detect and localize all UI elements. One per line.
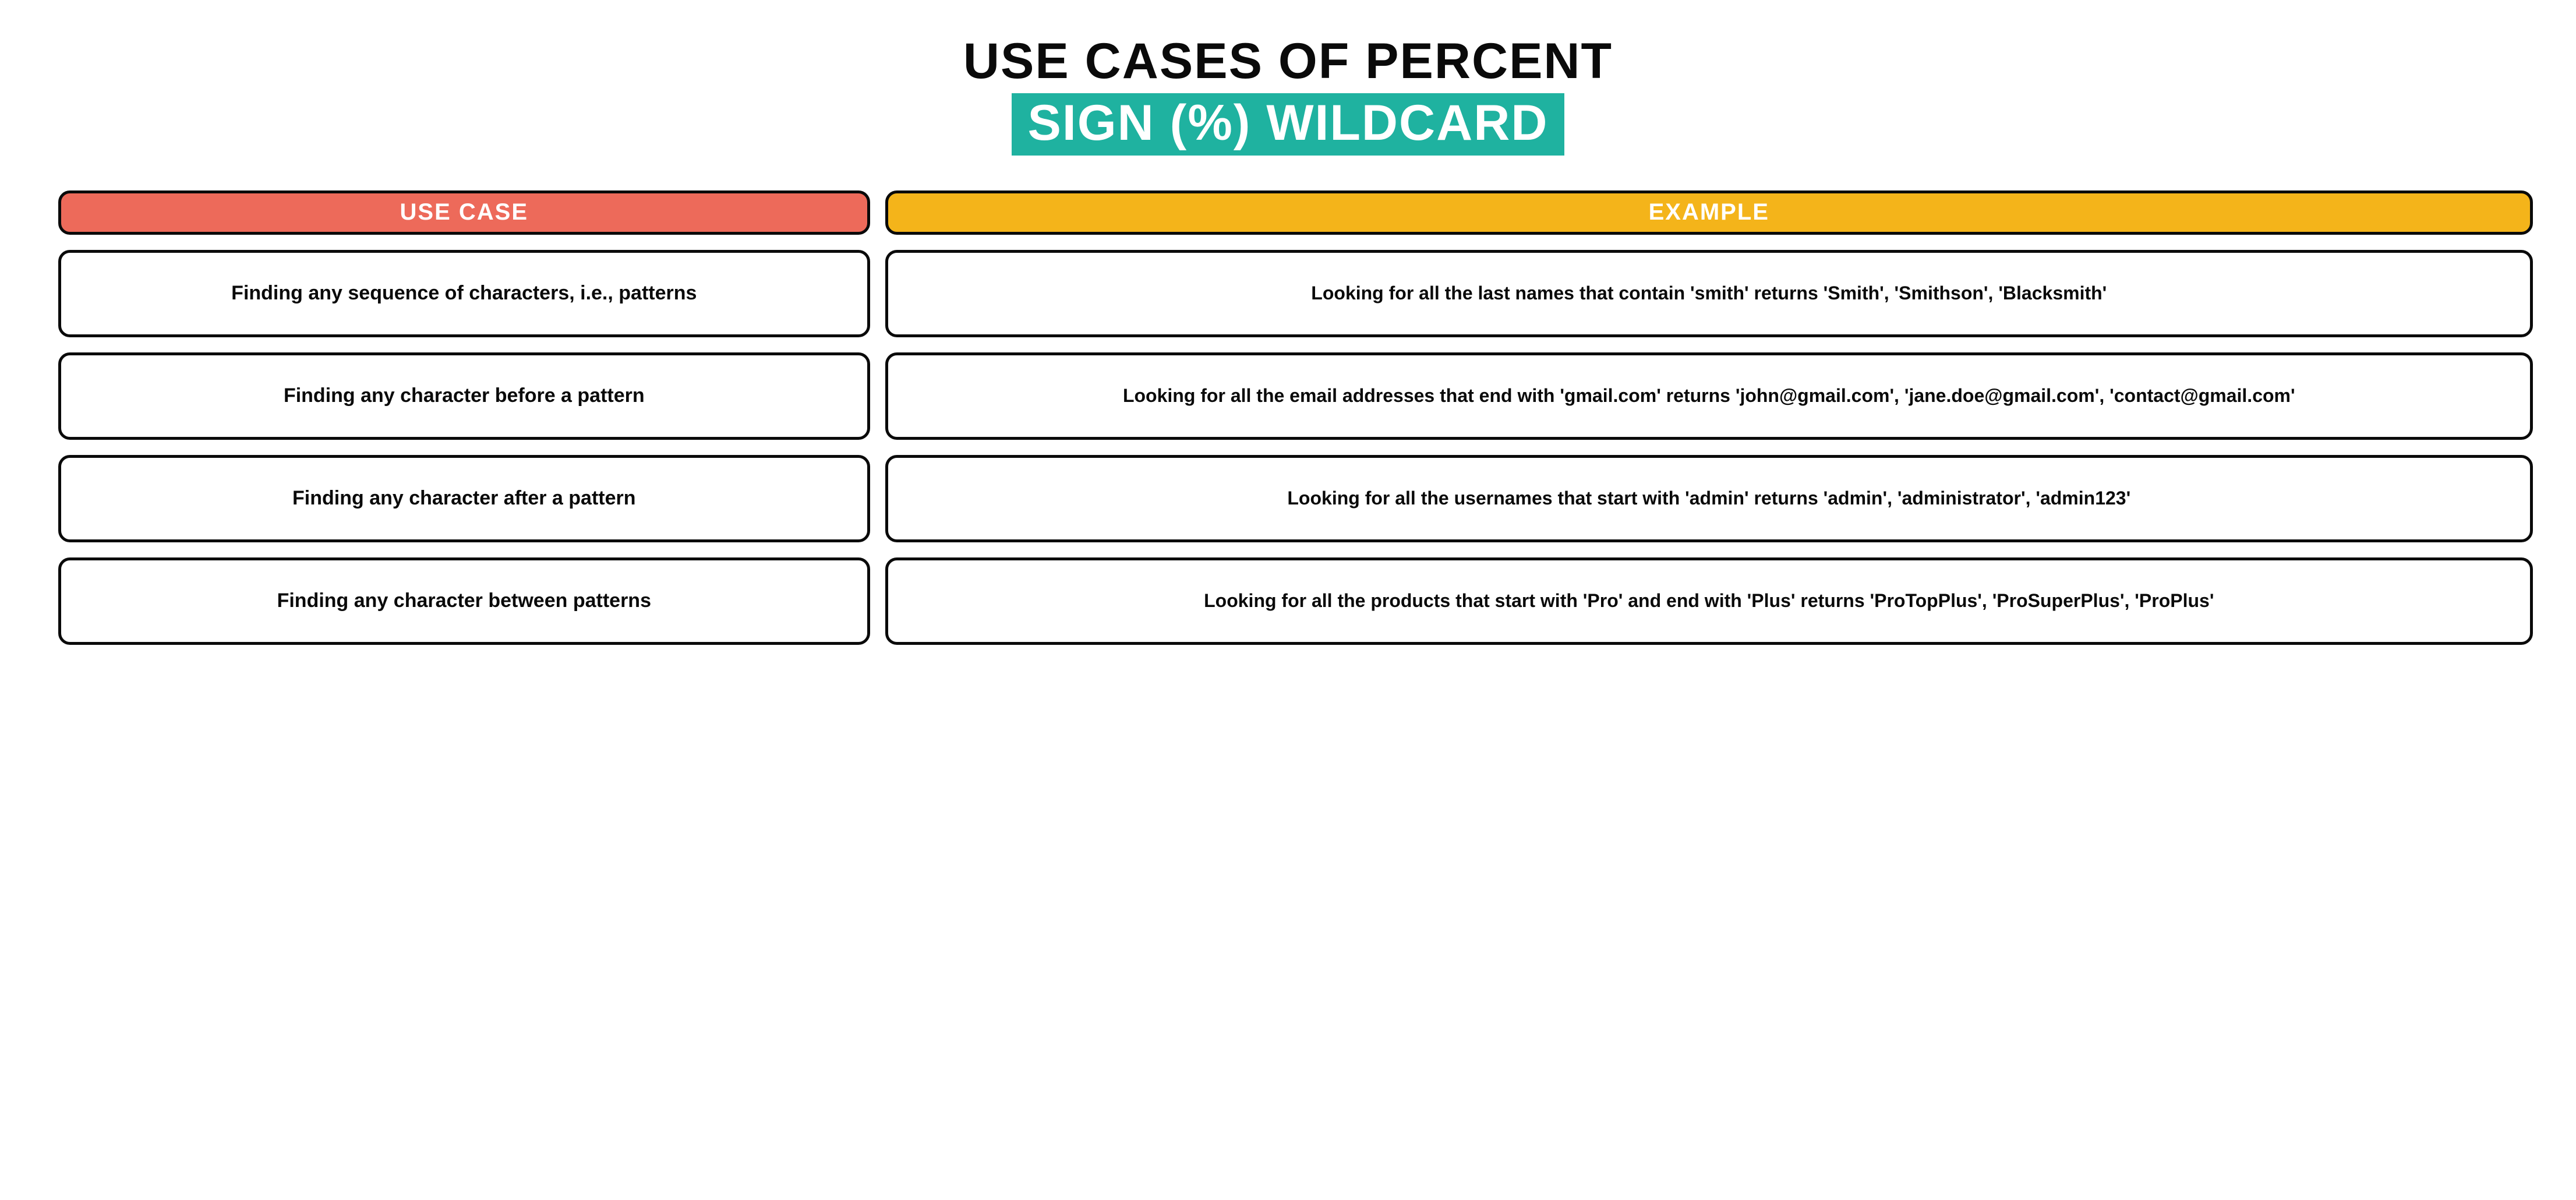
usecase-text: Finding any sequence of characters, i.e.…	[231, 281, 697, 306]
header-usecase: USE CASE	[58, 190, 870, 235]
example-text: Looking for all the last names that cont…	[1311, 281, 2107, 306]
page: USE CASES OF PERCENT SIGN (%) WILDCARD U…	[0, 0, 2576, 691]
table-row: Looking for all the last names that cont…	[885, 250, 2533, 337]
table-row: Finding any character before a pattern	[58, 352, 870, 440]
example-text: Looking for all the products that start …	[1204, 588, 2214, 613]
example-text: Looking for all the email addresses that…	[1123, 383, 2295, 408]
example-text: Looking for all the usernames that start…	[1287, 486, 2130, 511]
usecase-text: Finding any character between patterns	[277, 588, 651, 613]
table-row: Finding any sequence of characters, i.e.…	[58, 250, 870, 337]
title-block: USE CASES OF PERCENT SIGN (%) WILDCARD	[58, 35, 2518, 156]
table-row: Looking for all the usernames that start…	[885, 455, 2533, 542]
table-row: Looking for all the email addresses that…	[885, 352, 2533, 440]
title-highlight-box: SIGN (%) WILDCARD	[1012, 93, 1565, 155]
header-example-label: EXAMPLE	[1649, 199, 1769, 225]
table-row: Finding any character between patterns	[58, 557, 870, 645]
usecase-text: Finding any character before a pattern	[284, 383, 645, 408]
table-row: Finding any character after a pattern	[58, 455, 870, 542]
title-line-2: SIGN (%) WILDCARD	[1028, 97, 1549, 149]
table-row: Looking for all the products that start …	[885, 557, 2533, 645]
usecase-text: Finding any character after a pattern	[292, 486, 636, 511]
title-line-1: USE CASES OF PERCENT	[58, 35, 2518, 87]
header-example: EXAMPLE	[885, 190, 2533, 235]
usecase-table: USE CASE EXAMPLE Finding any sequence of…	[58, 190, 2518, 645]
header-usecase-label: USE CASE	[400, 199, 529, 225]
